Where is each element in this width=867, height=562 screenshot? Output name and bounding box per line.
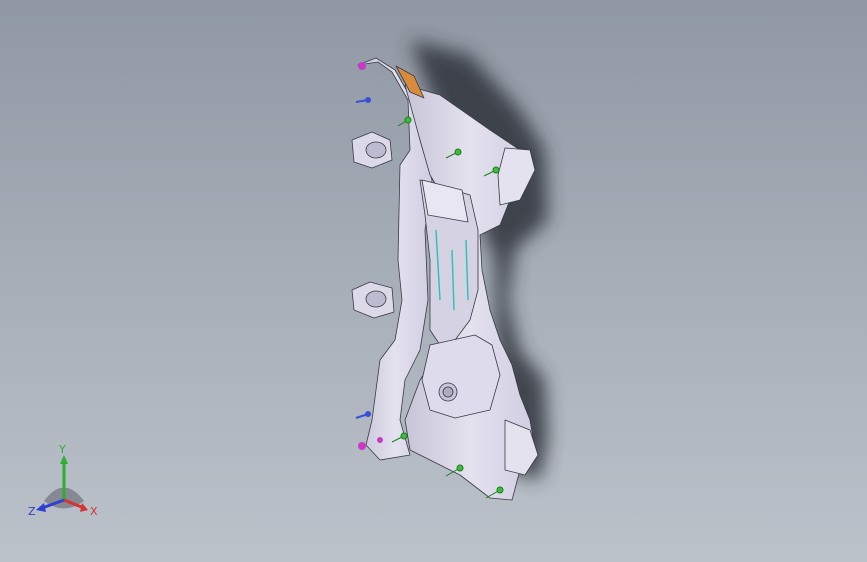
bolt-magenta xyxy=(358,62,366,70)
graphics-viewport[interactable]: Y X Z xyxy=(0,0,867,562)
3d-model-view[interactable] xyxy=(0,0,867,562)
reference-triad: Y X Z xyxy=(22,443,112,526)
triad-z-label: Z xyxy=(28,505,36,518)
bolt-blue xyxy=(355,411,371,419)
triad-x-label: X xyxy=(90,505,98,518)
bolt-magenta xyxy=(358,442,366,450)
bolt-blue xyxy=(355,97,371,103)
bolt-magenta xyxy=(377,437,383,443)
triad-y-label: Y xyxy=(59,443,66,456)
